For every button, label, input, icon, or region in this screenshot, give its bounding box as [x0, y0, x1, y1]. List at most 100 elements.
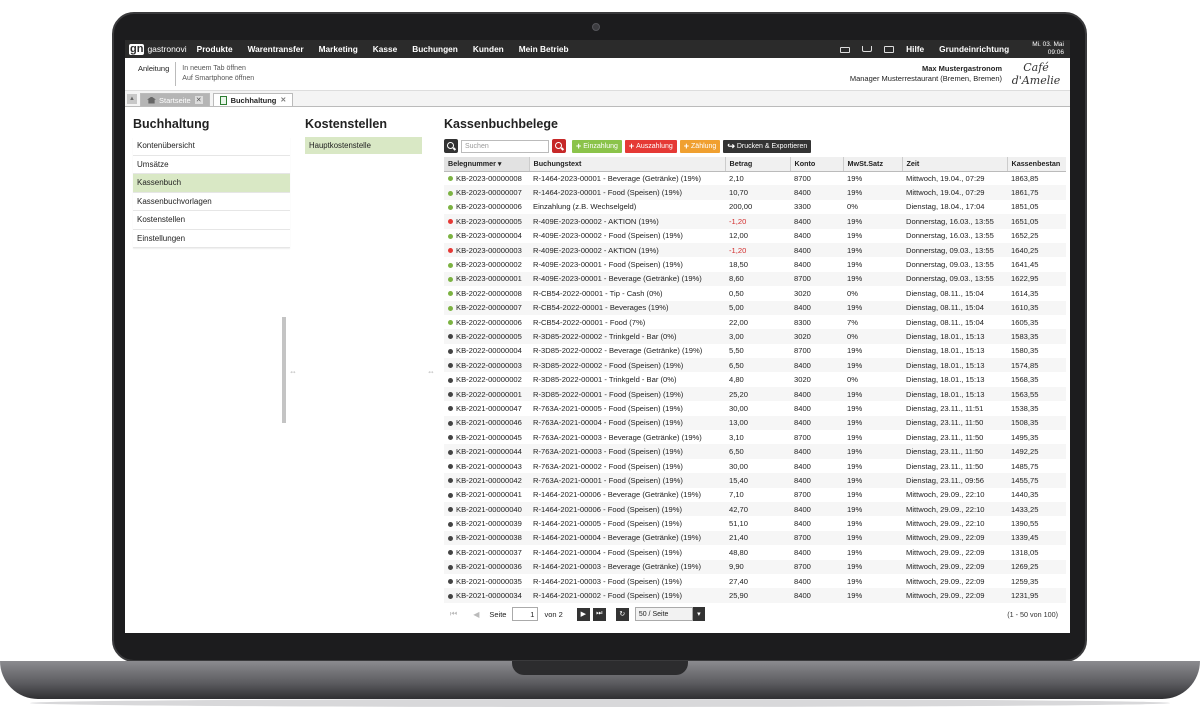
cell-belegnummer: KB-2021-00000040	[444, 501, 529, 517]
search-icon[interactable]	[444, 139, 458, 153]
clear-search-icon[interactable]	[552, 139, 566, 153]
table-row[interactable]: KB-2023-00000001 R-409E-2023-00001 - Beve…	[444, 271, 1066, 287]
column-belegnummer[interactable]: Belegnummer ▾	[444, 157, 530, 172]
gastronovi-logo[interactable]: gn gastronovi	[125, 43, 187, 55]
column-konto[interactable]: Konto	[790, 157, 844, 172]
menu-kassenbuchvorlagen[interactable]: Kassenbuchvorlagen	[133, 192, 290, 211]
table-row[interactable]: KB-2021-00000041 R-1464-2021-00006 - Beve…	[444, 488, 1066, 502]
nav-kunden[interactable]: Kunden	[473, 44, 504, 54]
table-row[interactable]: KB-2023-00000003 R-409E-2023-00002 - AKTI…	[444, 242, 1066, 258]
column-mwst[interactable]: MwSt.Satz	[843, 157, 903, 172]
tab-scroll-left-icon[interactable]: ▲	[127, 94, 137, 104]
tab-startseite[interactable]: Startseite ✕	[140, 93, 210, 106]
chevron-down-icon[interactable]: ▾	[692, 607, 705, 621]
first-page-icon[interactable]: ⏮	[450, 609, 457, 619]
belegnummer-text: KB-2023-00000005	[456, 216, 522, 226]
table-row[interactable]: KB-2022-00000007 R-CB54-2022-00001 - Beve…	[444, 300, 1066, 315]
menu-umsaetze[interactable]: Umsätze	[133, 155, 290, 174]
table-row[interactable]: KB-2021-00000035 R-1464-2021-00003 - Food…	[444, 574, 1066, 588]
cell-buchungstext: R-1464-2021-00006 - Food (Speisen) (19%)	[529, 501, 725, 517]
nav-produkte[interactable]: Produkte	[197, 44, 233, 54]
nav-marketing[interactable]: Marketing	[319, 44, 358, 54]
per-page-select[interactable]: 50 / Seite	[634, 607, 693, 621]
cell-konto: 8700	[794, 432, 811, 442]
table-row[interactable]: KB-2021-00000042 R-763A-2021-00001 - Food…	[444, 473, 1066, 488]
register-icon[interactable]	[884, 45, 895, 53]
open-smartphone-link[interactable]: Auf Smartphone öffnen	[182, 74, 254, 84]
cell-betrag: 13,00	[725, 415, 790, 431]
table-row[interactable]: KB-2023-00000006 Einzahlung (z.B. Wechsel…	[444, 200, 1066, 214]
table-row[interactable]: KB-2023-00000004 R-409E-2023-00002 - Food…	[444, 229, 1066, 243]
cell-kassenbestand: 1861,75	[1007, 185, 1066, 200]
next-page-icon[interactable]: ▶	[576, 607, 590, 621]
table-row[interactable]: KB-2021-00000039 R-1464-2021-00005 - Food…	[444, 516, 1066, 530]
table-row[interactable]: KB-2021-00000037 R-1464-2021-00004 - Food…	[444, 545, 1066, 559]
cell-zeit: Dienstag, 18.01., 15:13	[902, 329, 1007, 344]
resize-handle-icon[interactable]: ⇔	[289, 367, 297, 376]
column-zeit[interactable]: Zeit	[902, 157, 1008, 172]
auszahlung-button[interactable]: + Auszahlung	[624, 139, 677, 153]
close-icon[interactable]: ✕	[280, 96, 286, 104]
close-icon[interactable]: ✕	[194, 96, 203, 104]
tab-buchhaltung[interactable]: Buchhaltung ✕	[212, 93, 294, 106]
last-page-icon[interactable]: ⏭	[592, 607, 606, 621]
status-dot-icon	[448, 190, 453, 196]
nav-kasse[interactable]: Kasse	[373, 44, 397, 54]
table-row[interactable]: KB-2022-00000001 R-3D85-2022-00001 - Food…	[444, 386, 1066, 402]
lock-icon[interactable]	[840, 47, 851, 53]
table-row[interactable]: KB-2021-00000046 R-763A-2021-00004 - Food…	[444, 415, 1066, 431]
nav-mein-betrieb[interactable]: Mein Betrieb	[519, 44, 569, 54]
resize-handle-icon[interactable]: ⇔	[427, 367, 435, 376]
table-row[interactable]: KB-2022-00000004 R-3D85-2022-00002 - Beve…	[444, 344, 1066, 358]
table-row[interactable]: KB-2021-00000043 R-763A-2021-00002 - Food…	[444, 459, 1066, 473]
table-row[interactable]: KB-2022-00000003 R-3D85-2022-00002 - Food…	[444, 358, 1066, 373]
table-row[interactable]: KB-2023-00000008 R-1464-2023-00001 - Beve…	[444, 171, 1066, 185]
inbox-icon[interactable]	[862, 46, 873, 52]
table-row[interactable]: KB-2021-00000047 R-763A-2021-00005 - Food…	[444, 401, 1066, 415]
column-buchungstext[interactable]: Buchungstext	[529, 157, 726, 172]
belegnummer-text: KB-2021-00000034	[456, 591, 522, 601]
zaehlung-button[interactable]: + Zählung	[679, 139, 721, 153]
table-row[interactable]: KB-2021-00000045 R-763A-2021-00003 - Beve…	[444, 430, 1066, 444]
table-row[interactable]: KB-2023-00000005 R-409E-2023-00002 - AKTI…	[444, 214, 1066, 229]
page-input[interactable]: 1	[512, 607, 539, 621]
table-row[interactable]: KB-2023-00000002 R-409E-2023-00001 - Food…	[444, 257, 1066, 271]
einzahlung-button[interactable]: + Einzahlung	[572, 139, 622, 153]
table-row[interactable]: KB-2021-00000036 R-1464-2021-00003 - Beve…	[444, 559, 1066, 574]
menu-kostenstellen[interactable]: Kostenstellen	[133, 211, 290, 230]
cell-betrag: 30,00	[729, 461, 749, 471]
menu-kontenuebersicht[interactable]: Kontenübersicht	[133, 137, 290, 156]
cell-belegnummer: KB-2021-00000038	[444, 530, 529, 546]
menu-einstellungen[interactable]: Einstellungen	[133, 229, 290, 248]
table-row[interactable]: KB-2021-00000040 R-1464-2021-00006 - Food…	[444, 501, 1066, 517]
tab-bar: ▲ Startseite ✕ Buchhaltung ✕	[125, 91, 1070, 107]
cafe-logo: Café d'Amelie	[1011, 61, 1061, 87]
table-row[interactable]: KB-2021-00000038 R-1464-2021-00004 - Beve…	[444, 530, 1066, 546]
column-betrag[interactable]: Betrag	[725, 157, 791, 172]
table-row[interactable]: KB-2021-00000034 R-1464-2021-00002 - Food…	[444, 588, 1066, 603]
nav-grundeinrichtung[interactable]: Grundeinrichtung	[939, 44, 1009, 54]
menu-kassenbuch[interactable]: Kassenbuch	[133, 174, 290, 193]
nav-buchungen[interactable]: Buchungen	[412, 44, 458, 54]
nav-warentransfer[interactable]: Warentransfer	[248, 44, 304, 54]
table-row[interactable]: KB-2022-00000008 R-CB54-2022-00001 - Tip …	[444, 286, 1066, 300]
prev-page-icon[interactable]: ◀	[473, 610, 479, 619]
table-row[interactable]: KB-2021-00000044 R-763A-2021-00003 - Food…	[444, 444, 1066, 459]
kostenstelle-item[interactable]: Hauptkostenstelle	[305, 137, 422, 154]
anleitung-button[interactable]: Anleitung	[125, 62, 177, 86]
status-dot-icon	[448, 262, 453, 268]
user-info[interactable]: Max Mustergastronom Manager Musterrestau…	[850, 64, 1008, 84]
table-row[interactable]: KB-2023-00000007 R-1464-2023-00001 - Food…	[444, 185, 1066, 200]
search-input[interactable]: Suchen	[461, 139, 549, 153]
refresh-icon[interactable]: ↻	[615, 607, 629, 621]
table-row[interactable]: KB-2022-00000006 R-CB54-2022-00001 - Food…	[444, 315, 1066, 329]
open-new-tab-link[interactable]: In neuem Tab öffnen	[182, 64, 254, 74]
table-row[interactable]: KB-2022-00000005 R-3D85-2022-00002 - Trin…	[444, 329, 1066, 344]
table-row[interactable]: KB-2022-00000002 R-3D85-2022-00001 - Trin…	[444, 372, 1066, 386]
user-role: Manager Musterrestaurant (Bremen, Bremen…	[849, 74, 1002, 83]
column-kassenbestand[interactable]: Kassenbestan	[1007, 157, 1066, 172]
cell-konto: 8400	[790, 386, 843, 402]
panel-splitter[interactable]	[282, 317, 286, 423]
nav-hilfe[interactable]: Hilfe	[906, 44, 924, 54]
drucken-exportieren-button[interactable]: ↪ Drucken & Exportieren	[723, 139, 812, 153]
